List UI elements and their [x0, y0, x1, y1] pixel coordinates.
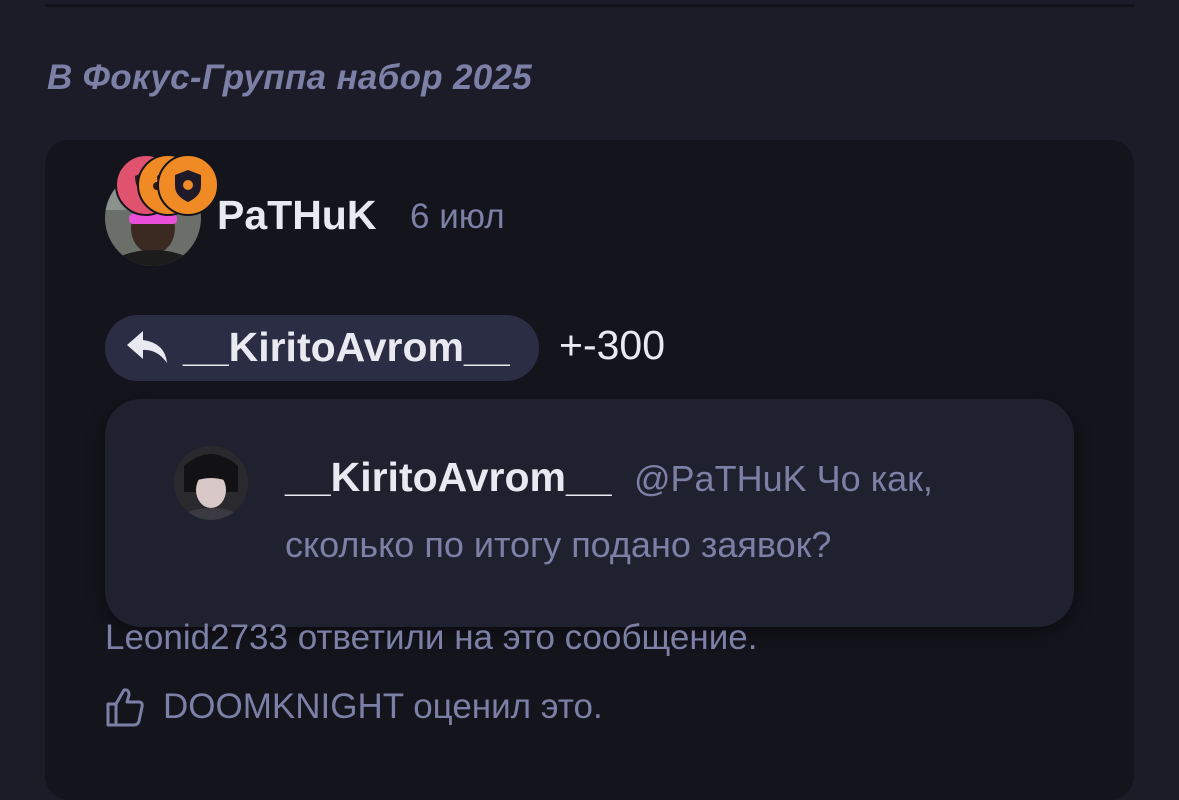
- reaction-summary[interactable]: DOOMKNIGHT оценил это.: [105, 686, 805, 730]
- replies-info[interactable]: Leonid2733 ответили на это сообщение.: [105, 618, 757, 658]
- author-name[interactable]: PaTHuK: [217, 192, 376, 239]
- top-divider: [45, 4, 1135, 7]
- quote-author-name[interactable]: __KiritoAvrom__: [285, 454, 612, 501]
- post-time[interactable]: 6 июл: [410, 197, 505, 237]
- section-title[interactable]: В Фокус-Группа набор 2025: [47, 58, 532, 98]
- post-message: +-300: [559, 322, 666, 368]
- reply-arrow-icon: [127, 331, 167, 363]
- thumbs-up-icon: [106, 688, 144, 727]
- reaction-text: DOOMKNIGHT оценил это.: [163, 687, 603, 726]
- reply-to-username: __KiritoAvrom__: [183, 324, 510, 370]
- quote-text-line-1: @PaTHuK Чо как,: [634, 458, 933, 499]
- reply-to-chip[interactable]: __KiritoAvrom__: [105, 315, 539, 381]
- quoted-message[interactable]: __KiritoAvrom__ @PaTHuK Чо как, сколько …: [105, 399, 1074, 627]
- post-header: PaTHuK 6 июл: [105, 154, 805, 270]
- quote-author-avatar[interactable]: [174, 446, 248, 520]
- quote-text-line-2: сколько по итогу подано заявок?: [285, 524, 832, 565]
- shield-badge-icon[interactable]: [157, 154, 219, 216]
